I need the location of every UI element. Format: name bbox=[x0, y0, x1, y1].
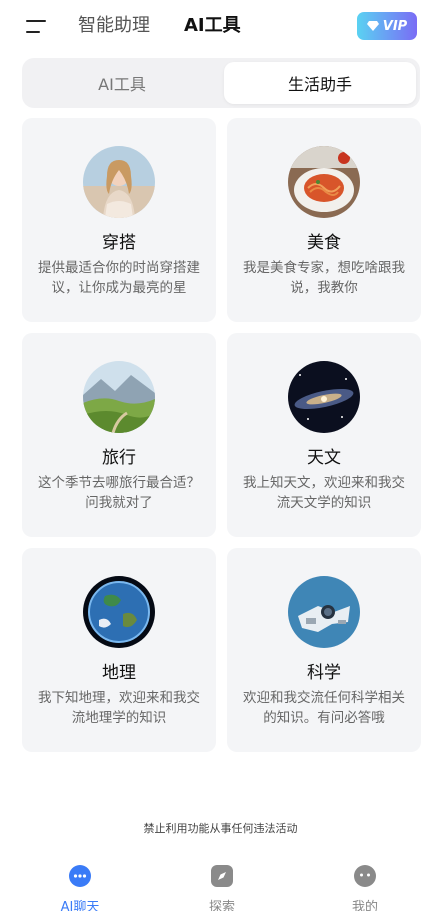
card-description: 我下知地理，欢迎来和我交流地理学的知识 bbox=[38, 690, 200, 726]
card-title: 科学 bbox=[307, 663, 341, 683]
profile-face-icon bbox=[354, 865, 376, 887]
galaxy-avatar bbox=[288, 361, 360, 433]
tab-smart-assistant[interactable]: 智能助理 bbox=[78, 14, 150, 38]
card-food[interactable]: 美食 我是美食专家，想吃啥跟我说，我教你 bbox=[227, 118, 421, 322]
astronaut-avatar bbox=[288, 576, 360, 648]
card-title: 穿搭 bbox=[102, 233, 136, 253]
tab-label: 我的 bbox=[351, 900, 378, 911]
card-description: 提供最适合你的时尚穿搭建议，让你成为最亮的星 bbox=[38, 260, 200, 296]
vip-label: VIP bbox=[382, 18, 408, 34]
card-travel[interactable]: 旅行 这个季节去哪旅行最合适？问我就对了 bbox=[22, 333, 216, 537]
fashion-girl-avatar bbox=[83, 146, 155, 218]
earth-avatar bbox=[83, 576, 155, 648]
card-science[interactable]: 科学 欢迎和我交流任何科学相关的知识。有问必答哦 bbox=[227, 548, 421, 752]
card-title: 地理 bbox=[102, 663, 136, 683]
diamond-icon bbox=[366, 21, 379, 31]
tab-ai-tools[interactable]: AI工具 bbox=[184, 14, 241, 38]
pasta-avatar bbox=[288, 146, 360, 218]
card-description: 欢迎和我交流任何科学相关的知识。有问必答哦 bbox=[243, 690, 405, 726]
card-title: 美食 bbox=[307, 233, 341, 253]
card-title: 天文 bbox=[307, 448, 341, 468]
card-description: 这个季节去哪旅行最合适？问我就对了 bbox=[38, 475, 200, 511]
tab-label: 探索 bbox=[208, 900, 235, 911]
card-title: 旅行 bbox=[102, 448, 136, 468]
vip-button[interactable]: VIP bbox=[357, 12, 417, 40]
compass-icon bbox=[211, 865, 233, 887]
card-astronomy[interactable]: 天文 我上知天文，欢迎来和我交流天文学的知识 bbox=[227, 333, 421, 537]
menu-icon[interactable] bbox=[26, 18, 48, 34]
tab-ai-chat[interactable]: AI聊天 bbox=[40, 864, 120, 911]
chat-bubble-icon bbox=[69, 865, 91, 887]
card-fashion[interactable]: 穿搭 提供最适合你的时尚穿搭建议，让你成为最亮的星 bbox=[22, 118, 216, 322]
top-header: 智能助理 AI工具 VIP bbox=[0, 0, 441, 56]
mountain-landscape-avatar bbox=[83, 361, 155, 433]
legal-notice: 禁止利用功能从事任何违法活动 bbox=[143, 822, 298, 835]
segment-life-assistant[interactable]: 生活助手 bbox=[224, 62, 416, 104]
card-geography[interactable]: 地理 我下知地理，欢迎来和我交流地理学的知识 bbox=[22, 548, 216, 752]
tab-explore[interactable]: 探索 bbox=[182, 864, 262, 911]
card-description: 我是美食专家，想吃啥跟我说，我教你 bbox=[243, 260, 405, 296]
card-description: 我上知天文，欢迎来和我交流天文学的知识 bbox=[243, 475, 405, 511]
tab-label: AI聊天 bbox=[60, 900, 100, 911]
segment-ai-tools[interactable]: AI工具 bbox=[26, 62, 218, 104]
segmented-control: AI工具 生活助手 bbox=[22, 58, 420, 108]
bottom-tab-bar: AI聊天 探索 我的 bbox=[0, 858, 441, 911]
tab-me[interactable]: 我的 bbox=[325, 864, 405, 911]
